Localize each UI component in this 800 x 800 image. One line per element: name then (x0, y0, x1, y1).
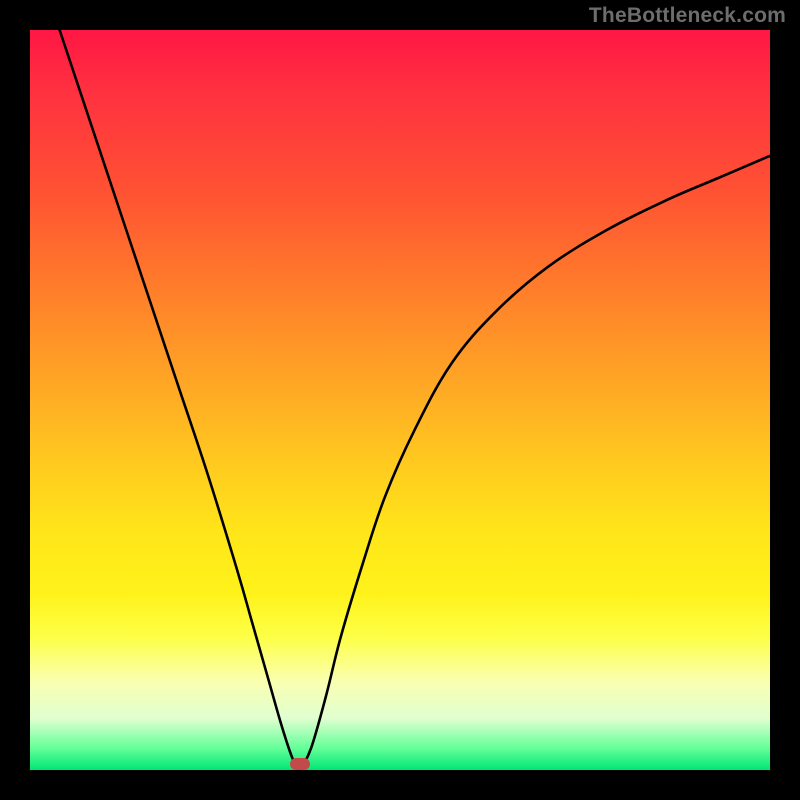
watermark-text: TheBottleneck.com (589, 4, 786, 28)
bottleneck-curve (30, 30, 770, 770)
plot-area (30, 30, 770, 770)
chart-frame: TheBottleneck.com (0, 0, 800, 800)
optimal-point-marker (290, 758, 310, 770)
